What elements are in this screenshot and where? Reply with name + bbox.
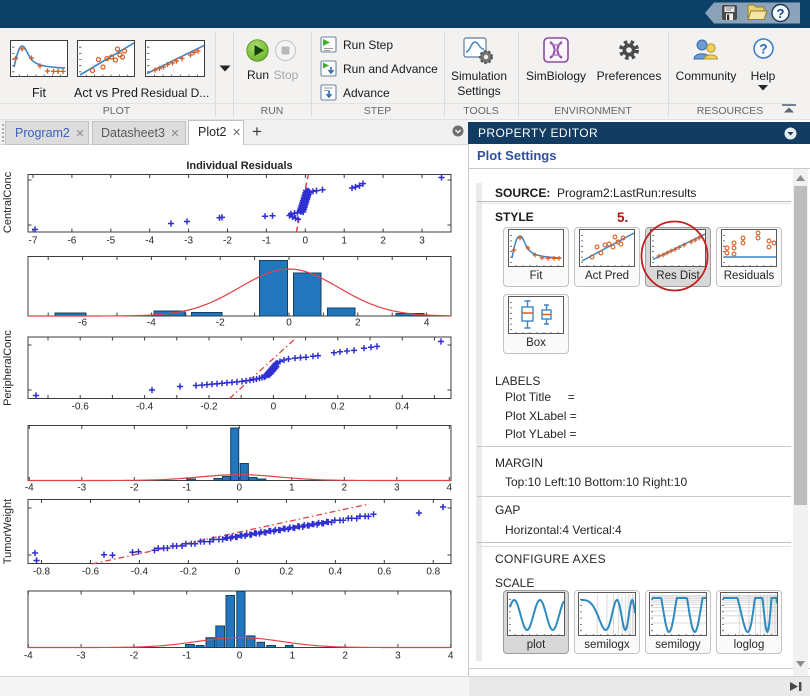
svg-text:1: 1 [290,651,296,662]
svg-text:3: 3 [395,651,401,662]
svg-text:-6: -6 [78,318,87,329]
svg-text:-2: -2 [223,236,232,247]
svg-text:PeripheralConc: PeripheralConc [2,330,14,406]
svg-text:-5: -5 [106,236,115,247]
svg-text:0: 0 [235,567,241,578]
svg-text:-1: -1 [182,483,191,494]
svg-text:0: 0 [237,651,243,662]
svg-text:0: 0 [271,402,277,413]
svg-text:2: 2 [342,651,348,662]
svg-text:2: 2 [342,483,348,494]
svg-text:3: 3 [394,483,400,494]
svg-text:0.4: 0.4 [395,402,409,413]
svg-text:0: 0 [303,236,309,247]
svg-text:0: 0 [286,318,292,329]
svg-text:CentralConc: CentralConc [2,171,14,233]
svg-text:-0.4: -0.4 [136,402,154,413]
svg-text:-0.8: -0.8 [33,567,51,578]
svg-text:TumorWeight: TumorWeight [2,499,14,564]
svg-text:0.4: 0.4 [328,567,342,578]
svg-text:1: 1 [289,483,295,494]
svg-text:?: ? [759,42,767,57]
svg-text:2: 2 [355,318,361,329]
svg-text:-0.2: -0.2 [180,567,198,578]
svg-text:-0.6: -0.6 [82,567,100,578]
svg-text:0.2: 0.2 [279,567,293,578]
svg-text:-7: -7 [29,236,38,247]
svg-text:-1: -1 [262,236,271,247]
svg-text:0: 0 [237,483,243,494]
svg-text:-4: -4 [147,318,156,329]
svg-text:4: 4 [448,651,454,662]
svg-text:1: 1 [341,236,347,247]
svg-text:-2: -2 [130,483,139,494]
svg-text:-0.4: -0.4 [131,567,149,578]
svg-text:-2: -2 [129,651,138,662]
svg-text:-4: -4 [25,483,34,494]
svg-text:0.6: 0.6 [377,567,391,578]
svg-text:0.8: 0.8 [426,567,440,578]
svg-text:Individual Residuals: Individual Residuals [186,160,292,172]
svg-text:-3: -3 [77,483,86,494]
svg-text:-0.2: -0.2 [200,402,218,413]
svg-text:4: 4 [424,318,430,329]
svg-text:-4: -4 [24,651,33,662]
svg-text:-0.6: -0.6 [72,402,90,413]
svg-text:-6: -6 [67,236,76,247]
svg-text:2: 2 [380,236,386,247]
svg-text:3: 3 [419,236,425,247]
svg-text:?: ? [777,6,785,21]
svg-text:-2: -2 [216,318,225,329]
svg-text:-3: -3 [77,651,86,662]
svg-text:-3: -3 [184,236,193,247]
svg-text:-4: -4 [145,236,154,247]
svg-text:0.2: 0.2 [331,402,345,413]
svg-text:4: 4 [447,483,453,494]
svg-text:-1: -1 [182,651,191,662]
